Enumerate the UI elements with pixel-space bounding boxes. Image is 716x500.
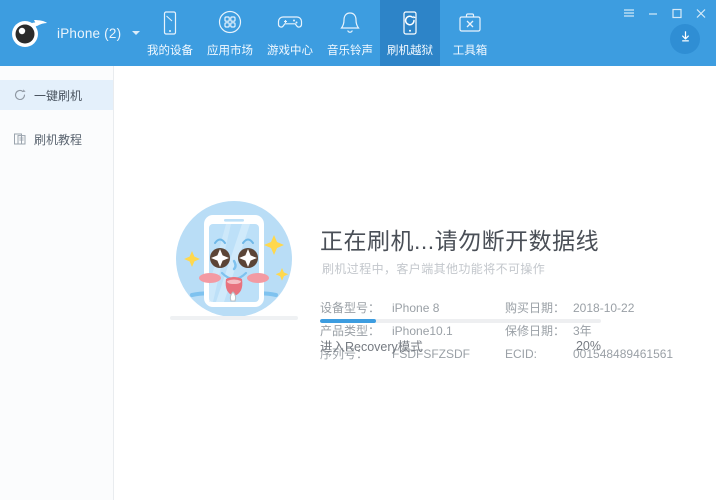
- app-header: iPhone (2) 我的设备 应用市场 游戏中心 音乐铃声 刷机越狱 工具箱: [0, 0, 716, 66]
- window-controls: [622, 6, 708, 20]
- nav-label: 游戏中心: [267, 44, 313, 57]
- info-cell-purchase-date: 购买日期： 2018-10-22: [505, 299, 680, 316]
- nav-label: 应用市场: [207, 44, 253, 57]
- download-button[interactable]: [670, 24, 700, 54]
- gamepad-icon: [276, 9, 304, 37]
- sidebar-item-flash-tutorial[interactable]: 刷机教程: [0, 124, 113, 154]
- nav-item-game-center[interactable]: 游戏中心: [260, 0, 320, 66]
- nav-label: 我的设备: [147, 44, 193, 57]
- flash-progress: 进入Recovery模式 20%: [320, 319, 601, 355]
- info-value: 2018-10-22: [573, 300, 635, 315]
- close-icon[interactable]: [694, 6, 708, 20]
- page-subtitle: 刷机过程中，客户端其他功能将不可操作: [322, 262, 546, 276]
- nav-label: 工具箱: [452, 44, 488, 57]
- nav-item-flash-jailbreak[interactable]: 刷机越狱: [380, 0, 440, 66]
- document-copy-icon: [13, 132, 27, 146]
- progress-bar-track: [320, 319, 601, 323]
- sidebar-item-label: 刷机教程: [34, 132, 83, 147]
- device-label: iPhone (2): [57, 25, 122, 41]
- info-cell-device-model: 设备型号： iPhone 8: [320, 299, 505, 316]
- nav-label: 音乐铃声: [327, 44, 373, 57]
- progress-status-row: 进入Recovery模式 20%: [320, 336, 601, 355]
- download-icon: [677, 28, 694, 50]
- progress-bar-fill: [320, 319, 377, 323]
- bell-icon: [336, 9, 364, 37]
- maximize-icon[interactable]: [670, 6, 684, 20]
- page-title: 正在刷机...请勿断开数据线: [320, 228, 600, 254]
- sidebar-item-one-key-flash[interactable]: 一键刷机: [0, 80, 113, 110]
- flash-phone-icon: [396, 9, 424, 37]
- main-content: 正在刷机...请勿断开数据线 刷机过程中，客户端其他功能将不可操作 设备型号： …: [114, 66, 716, 500]
- nav-item-my-device[interactable]: 我的设备: [140, 0, 200, 66]
- toolbox-icon: [456, 9, 484, 37]
- sidebar-top-spacer: [0, 66, 113, 80]
- info-key: 购买日期：: [505, 301, 566, 315]
- brand-device-selector[interactable]: iPhone (2): [0, 0, 141, 66]
- pp-assistant-logo-icon: [10, 16, 50, 50]
- main-navigation: 我的设备 应用市场 游戏中心 音乐铃声 刷机越狱 工具箱: [140, 0, 500, 66]
- refresh-circle-icon: [13, 88, 27, 102]
- progress-status-label: 进入Recovery模式: [320, 340, 423, 354]
- sidebar: 一键刷机 刷机教程: [0, 66, 114, 500]
- nav-label: 刷机越狱: [387, 44, 433, 57]
- hamburger-menu-icon[interactable]: [622, 6, 636, 20]
- info-key: 设备型号：: [320, 301, 381, 315]
- table-row: 设备型号： iPhone 8 购买日期： 2018-10-22: [320, 296, 680, 319]
- illustration-ground-line: [170, 316, 298, 320]
- sidebar-item-label: 一键刷机: [34, 88, 83, 103]
- happy-phone-character-illustration: [164, 191, 304, 331]
- appstore-icon: [216, 9, 244, 37]
- nav-item-app-market[interactable]: 应用市场: [200, 0, 260, 66]
- application-window: iPhone (2) 我的设备 应用市场 游戏中心 音乐铃声 刷机越狱 工具箱 …: [0, 0, 716, 500]
- phone-icon: [156, 9, 184, 37]
- info-value: iPhone 8: [392, 300, 440, 315]
- nav-item-toolbox[interactable]: 工具箱: [440, 0, 500, 66]
- minimize-icon[interactable]: [646, 6, 660, 20]
- progress-percent-label: 20%: [575, 338, 601, 353]
- nav-item-music-ringtone[interactable]: 音乐铃声: [320, 0, 380, 66]
